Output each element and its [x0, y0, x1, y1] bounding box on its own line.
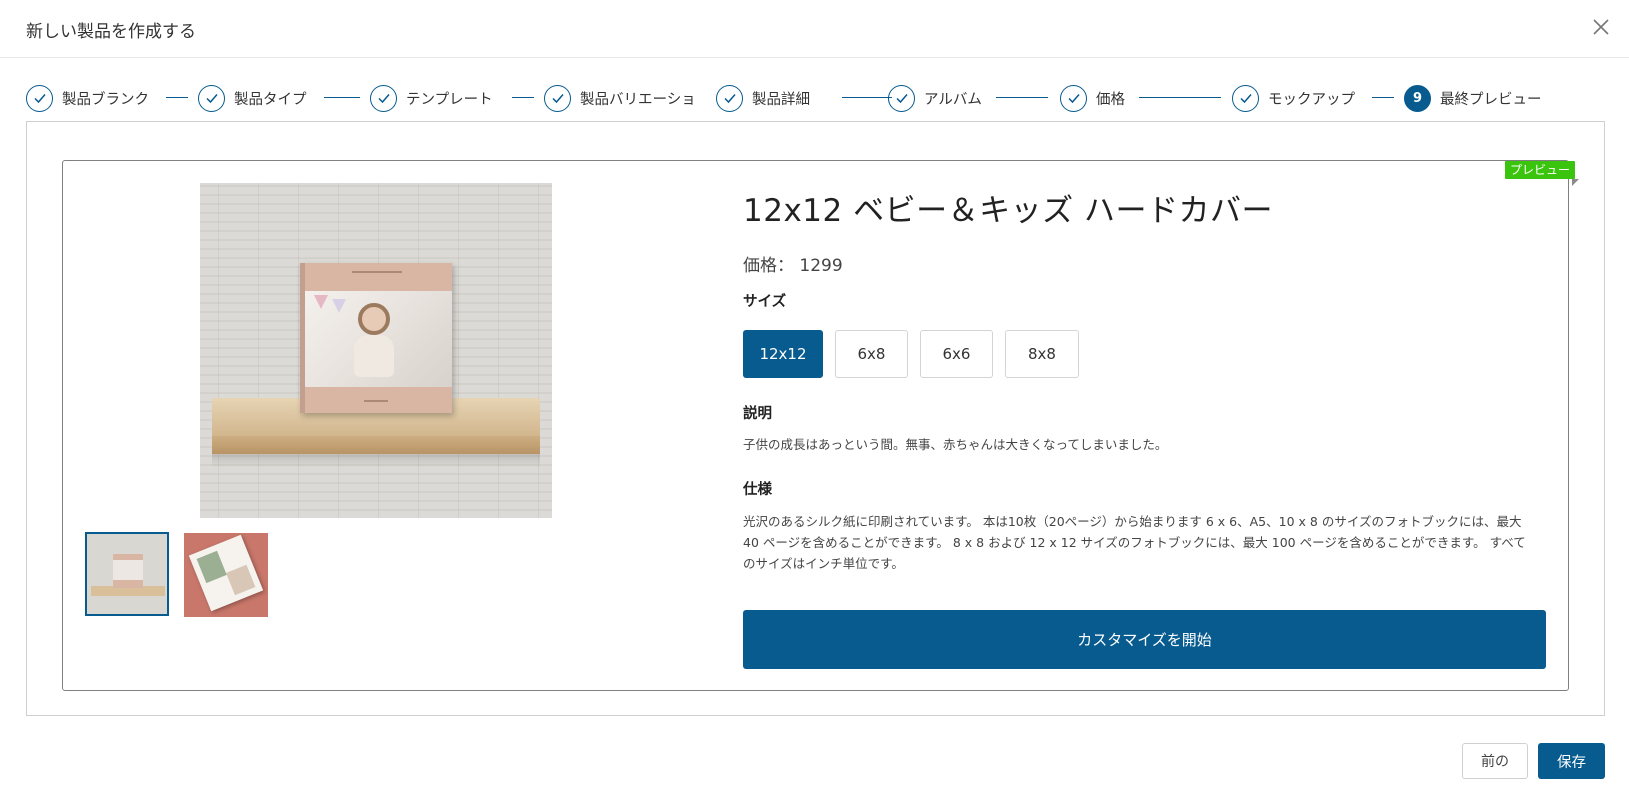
- thumbnail-shelf-mockup[interactable]: [85, 532, 169, 616]
- product-title: 12x12 ベビー＆キッズ ハードカバー: [743, 193, 1273, 229]
- step-mockup[interactable]: モックアップ: [1232, 84, 1355, 112]
- back-button[interactable]: 前の: [1462, 743, 1528, 779]
- product-main-image: [200, 183, 552, 518]
- check-icon: [1232, 84, 1259, 112]
- step-connector: [166, 97, 188, 98]
- check-icon: [544, 84, 571, 112]
- description-text: 子供の成長はあっという間。無事、赤ちゃんは大きくなってしまいました。: [743, 437, 1168, 452]
- size-label: サイズ: [743, 294, 787, 310]
- price-label: 価格：: [743, 256, 794, 276]
- step-connector: [842, 97, 892, 98]
- step-label: 製品ブランク: [62, 91, 149, 108]
- step-album[interactable]: アルバム: [888, 84, 982, 112]
- check-icon: [716, 84, 743, 112]
- step-label: 最終プレビュー: [1440, 91, 1542, 108]
- step-label: 製品タイプ: [234, 91, 307, 108]
- step-product-details[interactable]: 製品詳細: [716, 84, 810, 112]
- step-label: アルバム: [924, 91, 982, 108]
- start-customize-button[interactable]: カスタマイズを開始: [743, 610, 1546, 669]
- step-connector: [996, 97, 1048, 98]
- check-icon: [26, 84, 53, 112]
- step-label: モックアップ: [1268, 91, 1355, 108]
- check-icon: [370, 84, 397, 112]
- step-price[interactable]: 価格: [1060, 84, 1125, 112]
- check-icon: [888, 84, 915, 112]
- step-product-blank[interactable]: 製品ブランク: [26, 84, 149, 112]
- ribbon-fold: [1572, 179, 1579, 186]
- step-final-preview[interactable]: 9 最終プレビュー: [1404, 84, 1542, 112]
- step-label: 製品詳細: [752, 91, 810, 108]
- spec-label: 仕様: [743, 482, 772, 498]
- modal-header: 新しい製品を作成する: [0, 0, 1629, 58]
- step-number: 9: [1404, 84, 1431, 112]
- spec-text: 光沢のあるシルク紙に印刷されています。 本は10枚（20ページ）から始まります …: [743, 514, 1526, 571]
- price-row: 価格： 1299: [743, 251, 843, 276]
- size-option-8x8[interactable]: 8x8: [1005, 330, 1079, 378]
- step-product-type[interactable]: 製品タイプ: [198, 84, 307, 112]
- check-icon: [198, 84, 225, 112]
- step-connector: [1139, 97, 1221, 98]
- step-product-variation[interactable]: 製品バリエーショ: [544, 84, 708, 112]
- step-template[interactable]: テンプレート: [370, 84, 493, 112]
- step-connector: [512, 97, 534, 98]
- book-cover-photo: [300, 291, 452, 387]
- size-option-12x12[interactable]: 12x12: [743, 330, 823, 378]
- preview-ribbon: プレビュー: [1505, 161, 1576, 179]
- thumbnail-open-book[interactable]: [184, 533, 268, 617]
- stepper: 製品ブランク 製品タイプ テンプレート 製品バリエーショ 製品詳細 アルバム 価…: [26, 84, 1606, 112]
- description-label: 説明: [743, 406, 772, 422]
- close-icon[interactable]: [1590, 16, 1612, 38]
- step-label: テンプレート: [406, 91, 493, 108]
- check-icon: [1060, 84, 1087, 112]
- size-option-6x8[interactable]: 6x8: [835, 330, 908, 378]
- step-connector: [324, 97, 360, 98]
- size-option-6x6[interactable]: 6x6: [920, 330, 993, 378]
- modal-title: 新しい製品を作成する: [26, 22, 196, 42]
- save-button[interactable]: 保存: [1538, 743, 1605, 779]
- step-label: 製品バリエーショ: [580, 91, 696, 108]
- step-label: 価格: [1096, 91, 1125, 108]
- price-value: 1299: [799, 256, 843, 276]
- step-connector: [1372, 97, 1394, 98]
- photobook-mockup: [300, 263, 452, 413]
